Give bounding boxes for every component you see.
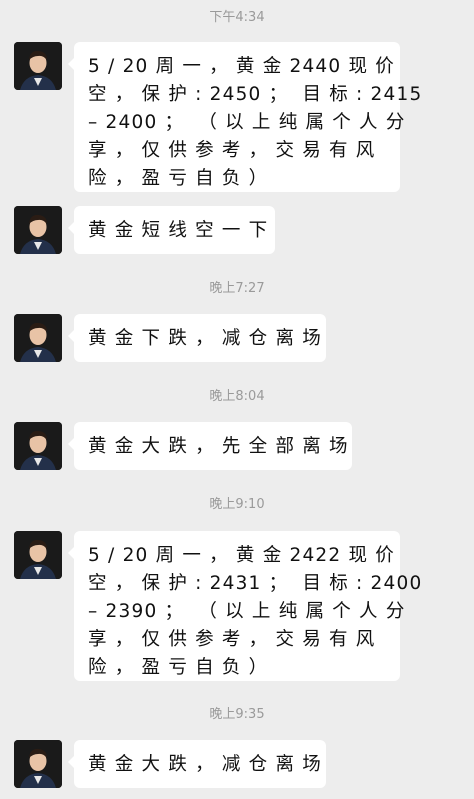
timestamp: 晚上9:10 bbox=[209, 497, 265, 512]
avatar-image bbox=[14, 422, 62, 470]
message-bubble[interactable]: 黄 金 短 线 空 一 下 bbox=[68, 206, 275, 254]
avatar-image bbox=[14, 531, 62, 579]
avatar[interactable] bbox=[14, 206, 62, 254]
timestamp: 下午4:34 bbox=[209, 10, 265, 25]
avatar[interactable] bbox=[14, 531, 62, 579]
avatar[interactable] bbox=[14, 740, 62, 788]
message-bubble[interactable]: 黄 金 大 跌 ， 减 仓 离 场 bbox=[68, 740, 326, 788]
timestamp: 晚上7:27 bbox=[209, 281, 265, 296]
message-bubble[interactable]: 5 / 20 周 一 ， 黄 金 2422 现 价 空 ， 保 护 : 2431… bbox=[68, 531, 421, 681]
avatar[interactable] bbox=[14, 422, 62, 470]
avatar-image bbox=[14, 740, 62, 788]
message-bubble[interactable]: 5 / 20 周 一 ， 黄 金 2440 现 价 空 ， 保 护 : 2450… bbox=[68, 42, 421, 192]
message-bubble[interactable]: 黄 金 下 跌 ， 减 仓 离 场 bbox=[68, 314, 326, 362]
avatar[interactable] bbox=[14, 42, 62, 90]
avatar-image bbox=[14, 206, 62, 254]
avatar-image bbox=[14, 314, 62, 362]
message-bubble[interactable]: 黄 金 大 跌 ， 先 全 部 离 场 bbox=[68, 422, 352, 470]
avatar[interactable] bbox=[14, 314, 62, 362]
timestamp: 晚上8:04 bbox=[209, 389, 265, 404]
avatar-image bbox=[14, 42, 62, 90]
timestamp: 晚上9:35 bbox=[209, 707, 265, 722]
